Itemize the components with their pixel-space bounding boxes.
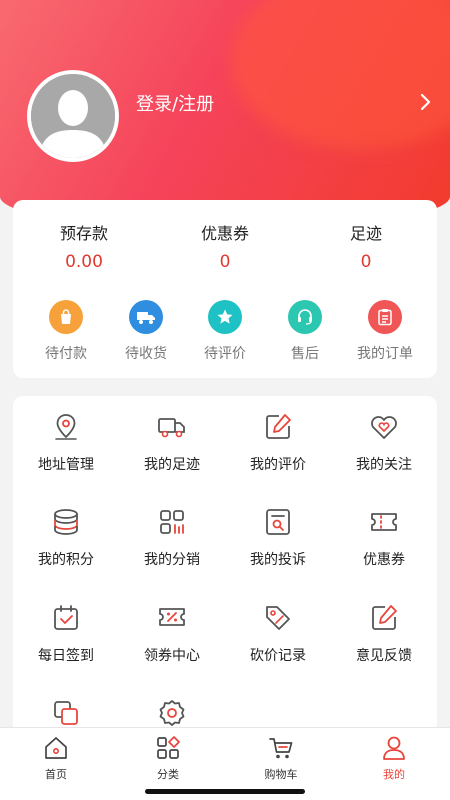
- order-label: 我的订单: [357, 346, 413, 362]
- stats-card: 预存款 0.00 优惠券 0 足迹 0 待付款 待收货 待评价 售后 我的订单: [13, 200, 437, 378]
- tab-category[interactable]: 分类: [112, 735, 224, 782]
- coins-icon: [54, 509, 78, 535]
- order-label: 待评价: [204, 346, 246, 362]
- stat-coupons[interactable]: 优惠券 0: [165, 220, 285, 272]
- service-label: 优惠券: [363, 552, 405, 568]
- order-label: 待收货: [125, 346, 167, 362]
- tab-label: 购物车: [264, 768, 298, 781]
- stat-label: 预存款: [59, 224, 108, 243]
- service-label: 地址管理: [38, 457, 94, 473]
- location-pin-icon: [55, 414, 77, 440]
- service-reviews[interactable]: 我的评价: [225, 412, 331, 474]
- service-label: 意见反馈: [356, 648, 412, 664]
- service-label: 砍价记录: [250, 648, 306, 664]
- stat-label: 优惠券: [200, 224, 249, 243]
- service-bargain-records[interactable]: 砍价记录: [225, 603, 331, 665]
- service-label: 我的评价: [250, 457, 306, 473]
- tab-mine[interactable]: 我的: [338, 735, 450, 782]
- headset-icon: [288, 300, 322, 334]
- order-after-sales[interactable]: 售后: [267, 300, 343, 363]
- edit-icon: [266, 414, 291, 439]
- service-complaints[interactable]: 我的投诉: [225, 507, 331, 569]
- tab-label: 首页: [45, 768, 67, 781]
- service-checkin[interactable]: 每日签到: [13, 603, 119, 665]
- coupon-percent-icon: [159, 608, 185, 626]
- home-indicator: [145, 789, 305, 794]
- truck-icon: [129, 300, 163, 334]
- service-coupon-center[interactable]: 领券中心: [119, 603, 225, 665]
- service-label: 我的关注: [356, 457, 412, 473]
- stat-value: 0: [219, 252, 231, 272]
- service-address[interactable]: 地址管理: [13, 412, 119, 474]
- service-points[interactable]: 我的积分: [13, 507, 119, 569]
- ticket-icon: [371, 513, 397, 531]
- feedback-edit-icon: [372, 605, 397, 630]
- clipboard-icon: [368, 300, 402, 334]
- truck-outline-icon: [158, 418, 185, 438]
- service-label: 我的投诉: [250, 552, 306, 568]
- order-my-orders[interactable]: 我的订单: [347, 300, 423, 363]
- tab-cart[interactable]: 购物车: [225, 735, 337, 782]
- service-label: 我的分销: [144, 552, 200, 568]
- tab-label: 我的: [383, 768, 405, 781]
- category-icon: [157, 736, 180, 759]
- stat-value: 0: [360, 252, 372, 272]
- order-label: 待付款: [45, 346, 87, 362]
- service-label: 我的足迹: [144, 457, 200, 473]
- user-icon: [383, 736, 405, 760]
- service-following[interactable]: 我的关注: [331, 412, 437, 474]
- avatar[interactable]: [27, 70, 119, 162]
- cart-icon: [269, 738, 293, 759]
- price-tag-icon: [266, 606, 290, 630]
- login-register-link[interactable]: 登录/注册: [136, 90, 214, 116]
- bag-icon: [49, 300, 83, 334]
- order-label: 售后: [291, 346, 319, 362]
- layers-icon: [54, 701, 78, 725]
- service-label: 领券中心: [144, 648, 200, 664]
- settings-icon: [159, 700, 185, 726]
- order-pending-review[interactable]: 待评价: [187, 300, 263, 363]
- order-pending-receipt[interactable]: 待收货: [108, 300, 184, 363]
- tab-label: 分类: [157, 768, 179, 781]
- tab-home[interactable]: 首页: [0, 735, 112, 782]
- chevron-right-icon[interactable]: [414, 89, 436, 115]
- services-grid: 地址管理 我的足迹 我的评价 我的关注 我的积分 我的分销 我的投诉 优惠券 每…: [13, 396, 437, 736]
- home-icon: [45, 737, 67, 759]
- stat-value: 0.00: [65, 252, 103, 272]
- stat-prepaid[interactable]: 预存款 0.00: [24, 220, 144, 272]
- default-user-icon: [31, 74, 115, 158]
- service-label: 每日签到: [38, 648, 94, 664]
- service-coupons[interactable]: 优惠券: [331, 507, 437, 569]
- service-footprint[interactable]: 我的足迹: [119, 412, 225, 474]
- heart-icon: [371, 416, 397, 439]
- stat-label: 足迹: [349, 224, 382, 243]
- service-distribution[interactable]: 我的分销: [119, 507, 225, 569]
- service-feedback[interactable]: 意见反馈: [331, 603, 437, 665]
- complaint-icon: [266, 509, 290, 535]
- apps-icon: [160, 510, 184, 534]
- star-icon: [208, 300, 242, 334]
- service-label: 我的积分: [38, 552, 94, 568]
- stat-footprint[interactable]: 足迹 0: [306, 220, 426, 272]
- calendar-check-icon: [54, 605, 78, 630]
- order-pending-payment[interactable]: 待付款: [28, 300, 104, 363]
